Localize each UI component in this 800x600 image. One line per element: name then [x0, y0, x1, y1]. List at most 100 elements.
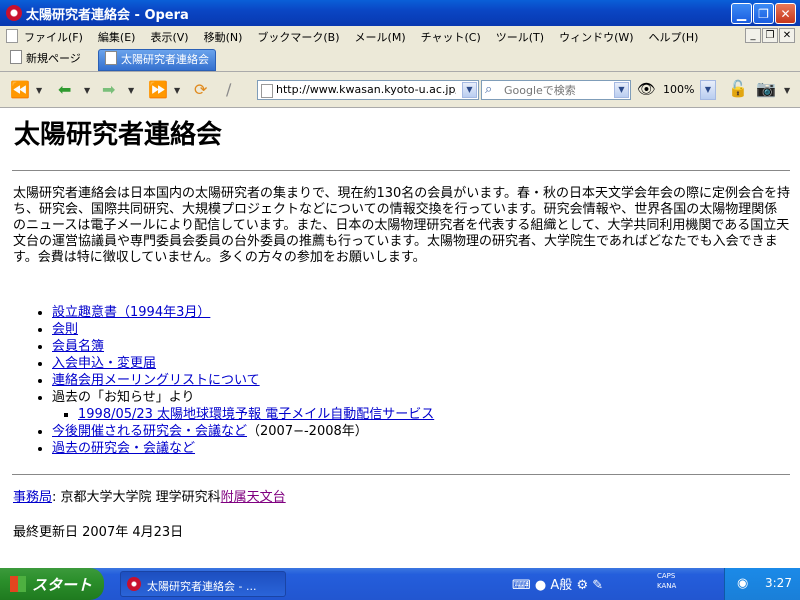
list-item: 過去の「お知らせ」より 1998/05/23 太陽地球環境予報 電子メイル自動配…: [52, 389, 752, 423]
reload-icon[interactable]: ⟳: [194, 81, 207, 99]
list-item: 連絡会用メーリングリストについて: [52, 372, 752, 389]
lock-icon[interactable]: 🔓: [728, 80, 748, 98]
office-text: : 京都大学大学院 理学研究科: [52, 490, 221, 505]
sub-list: 1998/05/23 太陽地球環境予報 電子メイル自動配信サービス: [52, 406, 752, 423]
back-icon[interactable]: ⬅: [58, 81, 71, 99]
page-icon: [105, 51, 117, 65]
page-title: 太陽研究者連絡会: [14, 120, 223, 150]
search-engine-dropdown[interactable]: ▼: [614, 82, 629, 98]
tab-current[interactable]: 太陽研究者連絡会: [98, 49, 216, 71]
chevron-down-icon[interactable]: ▼: [84, 86, 90, 95]
chevron-down-icon[interactable]: ▼: [174, 86, 180, 95]
opera-icon: [6, 5, 22, 21]
address-bar[interactable]: ▼: [257, 80, 479, 100]
oshirase-label: 過去の「お知らせ」より: [52, 390, 195, 405]
zoom-control[interactable]: 👁 100% ▼: [637, 80, 717, 100]
ime-tool-icon[interactable]: ⚙: [576, 578, 588, 593]
start-label: スタート: [32, 576, 93, 594]
mdi-close-button[interactable]: ✕: [779, 28, 795, 43]
system-tray: ◉ 3:27: [724, 568, 800, 600]
ime-toolbar[interactable]: ⌨ ● A般 ⚙ ✎: [512, 574, 603, 593]
maximize-button[interactable]: ❐: [753, 3, 774, 24]
minimize-button[interactable]: ▁: [731, 3, 752, 24]
taskbar: スタート 太陽研究者連絡会 - ... ⌨ ● A般 ⚙ ✎ CAPS KANA…: [0, 568, 800, 600]
chevron-down-icon[interactable]: ▼: [128, 86, 134, 95]
search-input[interactable]: [504, 84, 612, 97]
menu-mail[interactable]: メール(M): [355, 29, 406, 45]
rewind-icon[interactable]: ⏪: [10, 81, 30, 99]
list-item: 会則: [52, 321, 752, 338]
link-prospectus[interactable]: 設立趣意書（1994年3月）: [52, 305, 210, 320]
tab-label: 太陽研究者連絡会: [121, 53, 209, 66]
list-item: 入会申込・変更届: [52, 355, 752, 372]
link-application[interactable]: 入会申込・変更届: [52, 356, 156, 371]
tab-label: 新規ページ: [26, 52, 81, 65]
divider: [12, 474, 790, 475]
page-content: 太陽研究者連絡会 太陽研究者連絡会は日本国内の太陽研究者の集まりで、現在約130…: [0, 108, 800, 568]
camera-icon[interactable]: 📷: [756, 80, 776, 98]
start-button[interactable]: スタート: [0, 568, 104, 600]
network-icon[interactable]: ◉: [737, 576, 748, 591]
menu-edit[interactable]: 編集(E): [98, 29, 136, 45]
close-button[interactable]: ✕: [775, 3, 796, 24]
ime-mode[interactable]: A般: [550, 578, 572, 593]
menu-bookmarks[interactable]: ブックマーク(B): [257, 29, 339, 45]
menu-window[interactable]: ウィンドウ(W): [559, 29, 633, 45]
list-item: 1998/05/23 太陽地球環境予報 電子メイル自動配信サービス: [78, 406, 752, 423]
upcoming-period: （2007−-2008年）: [247, 424, 368, 439]
page-icon: [261, 84, 273, 98]
link-member-list[interactable]: 会員名簿: [52, 339, 104, 354]
fast-forward-icon[interactable]: ⏩: [148, 81, 168, 99]
divider: [12, 170, 790, 171]
list-item: 過去の研究会・会議など: [52, 440, 752, 457]
list-item: 会員名簿: [52, 338, 752, 355]
windows-flag-icon: [10, 576, 26, 592]
menu-tools[interactable]: ツール(T): [496, 29, 544, 45]
search-icon: ⌕: [485, 82, 493, 97]
menu-file[interactable]: ファイル(F): [24, 29, 83, 45]
menu-view[interactable]: 表示(V): [150, 29, 188, 45]
menu-chat[interactable]: チャット(C): [421, 29, 481, 45]
address-dropdown-button[interactable]: ▼: [462, 82, 477, 98]
link-bylaws[interactable]: 会則: [52, 322, 78, 337]
office-line: 事務局: 京都大学大学院 理学研究科附属天文台: [13, 486, 286, 505]
opera-icon: [127, 577, 141, 591]
keyboard-icon[interactable]: ⌨: [512, 578, 531, 593]
tab-new-page[interactable]: 新規ページ: [4, 49, 87, 71]
ime-pad-icon[interactable]: ✎: [592, 578, 603, 593]
list-item: 設立趣意書（1994年3月）: [52, 304, 752, 321]
link-upcoming-meetings[interactable]: 今後開催される研究会・会議など: [52, 424, 247, 439]
menu-help[interactable]: ヘルプ(H): [649, 29, 699, 45]
forward-icon[interactable]: ➡: [102, 81, 115, 99]
link-space-weather-service[interactable]: 1998/05/23 太陽地球環境予報 電子メイル自動配信サービス: [78, 407, 434, 422]
mdi-minimize-button[interactable]: _: [745, 28, 761, 43]
intro-paragraph: 太陽研究者連絡会は日本国内の太陽研究者の集まりで、現在約130名の会員がいます。…: [13, 186, 790, 265]
list-item: 今後開催される研究会・会議など（2007−-2008年）: [52, 423, 752, 440]
document-icon: [6, 29, 18, 43]
link-office[interactable]: 事務局: [13, 490, 52, 505]
link-past-meetings[interactable]: 過去の研究会・会議など: [52, 441, 195, 456]
zoom-value: 100%: [663, 83, 695, 96]
taskbar-window-button[interactable]: 太陽研究者連絡会 - ...: [120, 571, 286, 597]
chevron-down-icon[interactable]: ▼: [36, 86, 42, 95]
link-observatory[interactable]: 附属天文台: [221, 490, 286, 505]
caps-kana-indicator[interactable]: CAPS KANA: [657, 571, 676, 591]
kana-label: KANA: [657, 582, 677, 590]
menu-navigate[interactable]: 移動(N): [204, 29, 243, 45]
page-icon: [10, 50, 22, 64]
caps-label: CAPS: [657, 572, 676, 580]
title-bar: 太陽研究者連絡会 - Opera ▁ ❐ ✕: [0, 0, 800, 26]
mdi-restore-button[interactable]: ❐: [762, 28, 778, 43]
search-box[interactable]: ⌕ ▼: [481, 80, 631, 100]
tab-bar: 新規ページ 太陽研究者連絡会: [0, 46, 800, 72]
zoom-dropdown-button[interactable]: ▼: [700, 80, 716, 100]
ime-icon[interactable]: ●: [535, 578, 546, 593]
clock: 3:27: [765, 576, 792, 590]
toolbar: ⏪ ▼ ⬅ ▼ ➡ ▼ ⏩ ▼ ⟳ ∕ ▼ ⌕ ▼ 👁 100% ▼ 🔓 📷 ▼: [0, 72, 800, 108]
link-mailing-list[interactable]: 連絡会用メーリングリストについて: [52, 373, 260, 388]
last-updated: 最終更新日 2007年 4月23日: [13, 525, 184, 540]
chevron-down-icon[interactable]: ▼: [784, 86, 790, 95]
wand-icon[interactable]: ∕: [226, 81, 231, 99]
address-input[interactable]: [276, 83, 456, 96]
window-title: 太陽研究者連絡会 - Opera: [26, 8, 189, 23]
